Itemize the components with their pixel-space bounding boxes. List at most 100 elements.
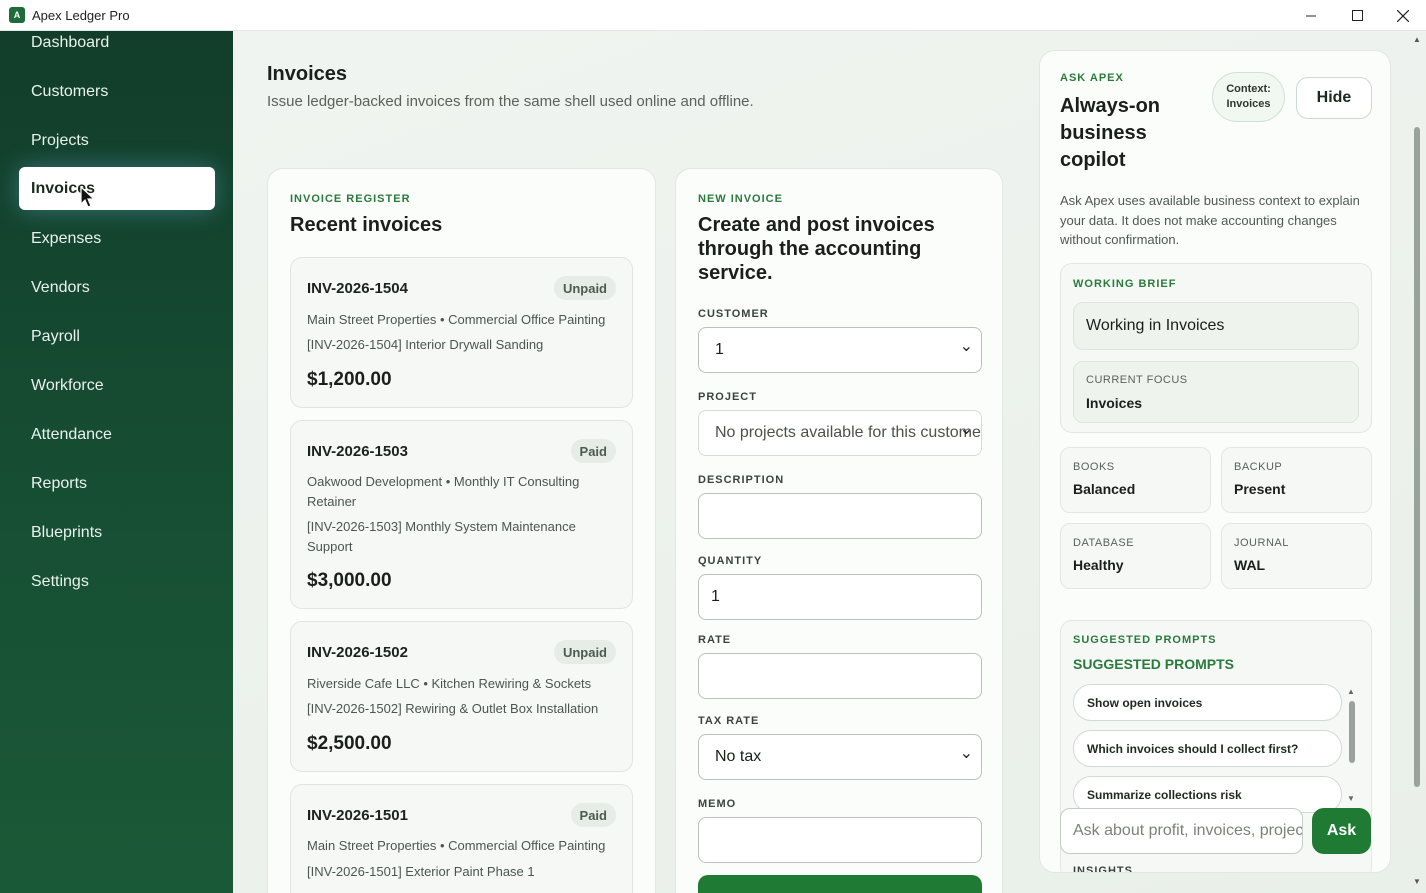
sidebar-item-expenses[interactable]: Expenses xyxy=(19,217,215,260)
sidebar-item-attendance[interactable]: Attendance xyxy=(19,413,215,456)
stat-value: Healthy xyxy=(1073,557,1124,573)
sidebar-item-blueprints[interactable]: Blueprints xyxy=(19,511,215,554)
ask-apex-panel: ASK APEX Always-on business copilot Cont… xyxy=(1039,50,1391,873)
stat-value: WAL xyxy=(1234,557,1266,573)
project-select[interactable]: No projects available for this customer xyxy=(698,410,982,456)
sidebar-item-settings[interactable]: Settings xyxy=(19,560,215,603)
invoice-number: INV-2026-1502 xyxy=(307,644,408,661)
stat-backup: BACKUP Present xyxy=(1221,447,1372,513)
ask-eyebrow: ASK APEX xyxy=(1060,72,1124,84)
ask-title-line: copilot xyxy=(1060,149,1126,171)
stat-key: DATABASE xyxy=(1073,537,1135,549)
ask-title: Always-on business copilot xyxy=(1060,93,1160,174)
brief-eyebrow: WORKING BRIEF xyxy=(1073,278,1177,290)
sidebar-item-workforce[interactable]: Workforce xyxy=(19,364,215,407)
tax-rate-label: TAX RATE xyxy=(698,715,760,727)
page-subtitle: Issue ledger-backed invoices from the sa… xyxy=(267,93,754,110)
sidebar-item-invoices[interactable]: Invoices xyxy=(19,167,215,210)
invoice-line-item: [INV-2026-1501] Exterior Paint Phase 1 xyxy=(307,864,535,879)
brief-working-text: Working in Invoices xyxy=(1073,302,1359,350)
memo-input[interactable] xyxy=(698,817,982,863)
post-invoice-button[interactable] xyxy=(698,875,982,893)
stat-key: JOURNAL xyxy=(1234,537,1289,549)
stat-value: Balanced xyxy=(1073,481,1136,497)
hide-button[interactable]: Hide xyxy=(1296,77,1372,119)
sidebar-item-projects[interactable]: Projects xyxy=(19,119,215,162)
status-badge: Unpaid xyxy=(553,640,616,664)
page-title: Invoices xyxy=(267,63,348,85)
invoice-customer-project: Riverside Cafe LLC • Kitchen Rewiring & … xyxy=(307,676,592,691)
register-eyebrow: INVOICE REGISTER xyxy=(290,193,411,205)
invoice-customer-project: Main Street Properties • Commercial Offi… xyxy=(307,838,606,853)
prompts-scrollbar[interactable] xyxy=(1349,701,1355,763)
context-value: Invoices xyxy=(1226,98,1271,110)
quantity-input[interactable]: 1 xyxy=(698,574,982,620)
new-invoice-card: NEW INVOICE Create and post invoices thr… xyxy=(675,168,1003,893)
prompts-eyebrow: SUGGESTED PROMPTS xyxy=(1073,634,1217,646)
scroll-thumb[interactable] xyxy=(1414,127,1420,787)
cursor-icon xyxy=(80,186,96,208)
invoice-line-item: [INV-2026-1504] Interior Drywall Sanding xyxy=(307,337,544,352)
tax-rate-select[interactable]: No tax xyxy=(698,734,982,780)
stat-key: BACKUP xyxy=(1234,461,1283,473)
invoice-card[interactable]: INV-2026-1501 Paid Main Street Propertie… xyxy=(290,784,633,893)
invoice-card[interactable]: INV-2026-1504 Unpaid Main Street Propert… xyxy=(290,257,633,408)
invoice-number: INV-2026-1501 xyxy=(307,807,408,824)
description-input[interactable] xyxy=(698,493,982,539)
sidebar-item-payroll[interactable]: Payroll xyxy=(19,315,215,358)
customer-select[interactable]: 1 xyxy=(698,327,982,373)
status-badge: Unpaid xyxy=(553,276,616,300)
customer-label: CUSTOMER xyxy=(698,308,769,320)
invoice-amount: $1,200.00 xyxy=(307,369,392,390)
close-icon[interactable] xyxy=(1380,0,1426,31)
memo-label: MEMO xyxy=(698,798,737,810)
working-brief: WORKING BRIEF Working in Invoices CURREN… xyxy=(1060,263,1372,433)
prompt-chip[interactable]: Show open invoices xyxy=(1073,684,1342,721)
stat-journal: JOURNAL WAL xyxy=(1221,523,1372,589)
invoice-number: INV-2026-1504 xyxy=(307,280,408,297)
invoice-card[interactable]: INV-2026-1503 Paid Oakwood Development •… xyxy=(290,420,633,609)
invoice-register-card: INVOICE REGISTER Recent invoices INV-202… xyxy=(267,168,656,893)
project-label: PROJECT xyxy=(698,391,757,403)
page-scrollbar[interactable]: ▲ ▼ xyxy=(1411,31,1423,893)
invoice-customer-project: Oakwood Development • Monthly IT Consult… xyxy=(307,474,580,509)
invoice-customer-project: Main Street Properties • Commercial Offi… xyxy=(307,312,606,327)
invoice-line-item: [INV-2026-1503] Monthly System Maintenan… xyxy=(307,519,576,554)
context-label: Context: xyxy=(1226,83,1271,95)
status-badge: Paid xyxy=(570,803,616,827)
ask-title-line: Always-on xyxy=(1060,95,1161,117)
prompts-title: SUGGESTED PROMPTS xyxy=(1073,656,1235,672)
invoice-line-item: [INV-2026-1502] Rewiring & Outlet Box In… xyxy=(307,701,599,716)
focus-label: CURRENT FOCUS xyxy=(1086,374,1188,386)
rate-input[interactable] xyxy=(698,653,982,699)
quantity-label: QUANTITY xyxy=(698,555,763,567)
focus-value: Invoices xyxy=(1086,395,1143,411)
new-invoice-eyebrow: NEW INVOICE xyxy=(698,193,783,205)
scroll-up-icon[interactable]: ▲ xyxy=(1413,35,1421,44)
ask-description: Ask Apex uses available business context… xyxy=(1060,193,1360,247)
stat-database: DATABASE Healthy xyxy=(1060,523,1211,589)
ask-input[interactable]: Ask about profit, invoices, projects xyxy=(1060,808,1303,854)
sidebar-item-customers[interactable]: Customers xyxy=(19,70,215,113)
sidebar-item-vendors[interactable]: Vendors xyxy=(19,266,215,309)
invoice-amount: $2,500.00 xyxy=(307,733,392,754)
register-title: Recent invoices xyxy=(290,214,443,236)
invoice-amount: $3,000.00 xyxy=(307,570,392,591)
stat-books: BOOKS Balanced xyxy=(1060,447,1211,513)
new-invoice-title: Create and post invoices through the acc… xyxy=(698,214,935,284)
sidebar-item-dashboard[interactable]: Dashboard xyxy=(19,21,215,64)
window-controls xyxy=(1288,0,1426,31)
scroll-up-icon[interactable]: ▲ xyxy=(1347,687,1355,696)
prompt-chip[interactable]: Which invoices should I collect first? xyxy=(1073,730,1342,767)
ask-button[interactable]: Ask xyxy=(1312,808,1371,854)
stat-value: Present xyxy=(1234,481,1286,497)
scroll-down-icon[interactable]: ▼ xyxy=(1347,794,1355,803)
minimize-icon[interactable] xyxy=(1288,0,1334,31)
status-badge: Paid xyxy=(570,439,616,463)
insights-label: INSIGHTS xyxy=(1073,865,1133,873)
scroll-down-icon[interactable]: ▼ xyxy=(1413,877,1421,886)
invoice-number: INV-2026-1503 xyxy=(307,443,408,460)
invoice-card[interactable]: INV-2026-1502 Unpaid Riverside Cafe LLC … xyxy=(290,621,633,772)
sidebar-item-reports[interactable]: Reports xyxy=(19,462,215,505)
maximize-icon[interactable] xyxy=(1334,0,1380,31)
